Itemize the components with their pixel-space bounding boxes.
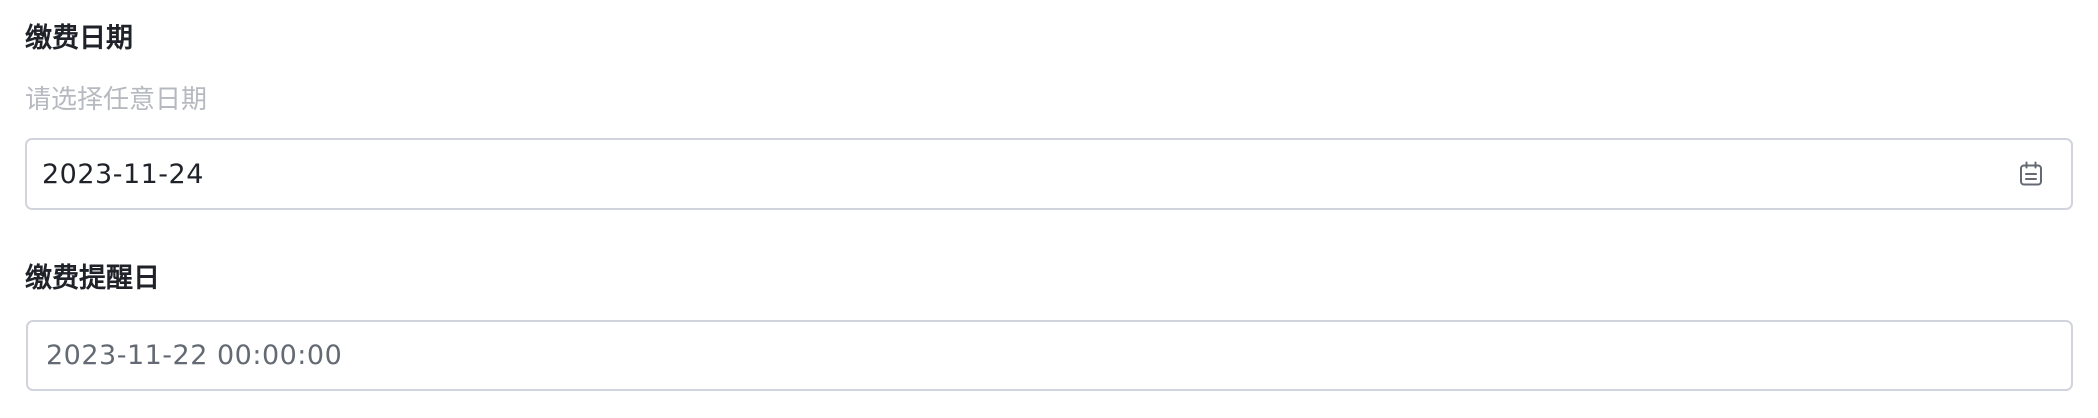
reminder-date-field[interactable]: 2023-11-22 00:00:00 bbox=[26, 320, 2073, 391]
payment-date-hint: 请选择任意日期 bbox=[25, 85, 208, 115]
calendar-icon[interactable] bbox=[2017, 160, 2045, 188]
reminder-date-label: 缴费提醒日 bbox=[25, 263, 160, 294]
payment-date-value[interactable]: 2023-11-24 bbox=[42, 159, 204, 190]
payment-date-label: 缴费日期 bbox=[25, 23, 133, 54]
payment-date-picker[interactable]: 2023-11-24 bbox=[25, 138, 2073, 210]
payment-form: 缴费日期 请选择任意日期 2023-11-24 缴费提醒日 2023-11-22… bbox=[0, 0, 2098, 418]
reminder-date-value[interactable]: 2023-11-22 00:00:00 bbox=[46, 340, 342, 371]
